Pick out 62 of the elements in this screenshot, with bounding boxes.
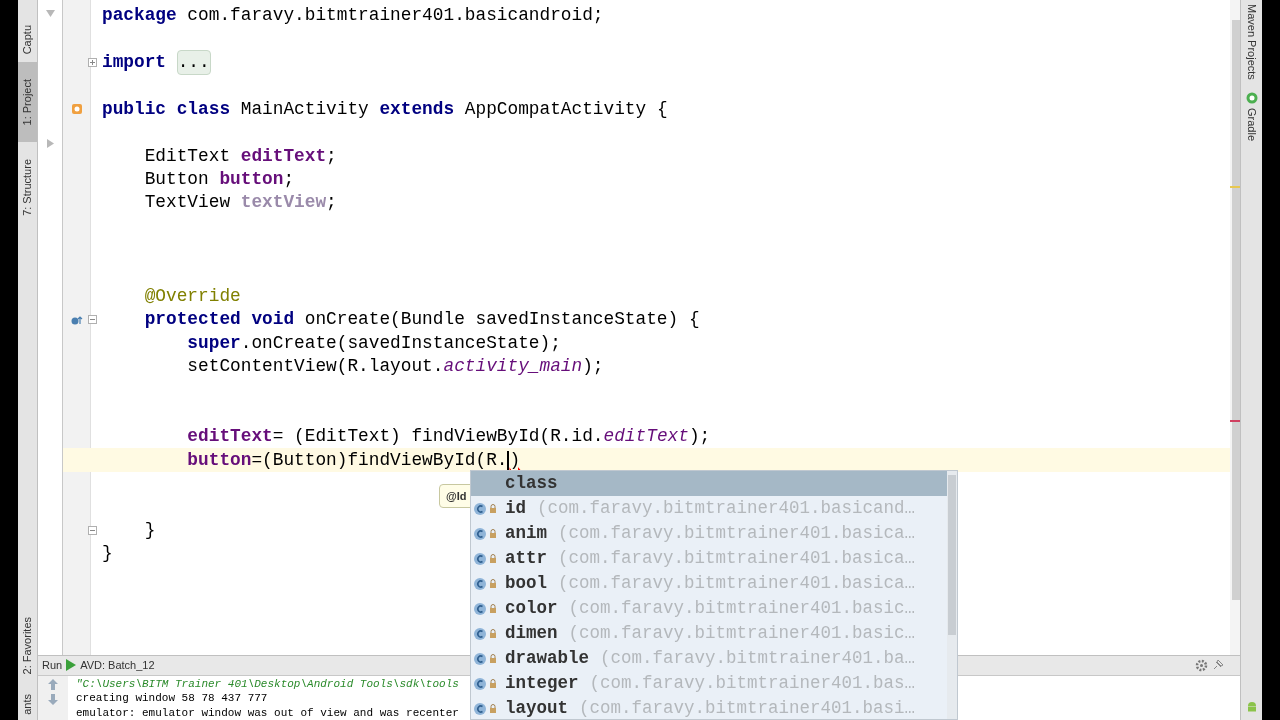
fold-expand-icon[interactable] xyxy=(87,57,97,67)
completion-item[interactable]: bool (com.faravy.bitmtrainer401.basica… xyxy=(471,571,947,596)
tool-window-tab[interactable]: 2: Favorites xyxy=(18,606,37,686)
inner-class-icon xyxy=(473,551,499,566)
code-line: TextView textView; xyxy=(143,191,337,215)
tree-expand-icon[interactable] xyxy=(46,139,54,148)
code-line: Button button; xyxy=(143,167,295,191)
code-line: } xyxy=(102,542,113,566)
code-line: protected void onCreate(Bundle savedInstanceState) { xyxy=(143,308,700,332)
implemented-method-icon[interactable] xyxy=(71,103,83,116)
code-line: } xyxy=(143,518,156,542)
inner-class-icon xyxy=(473,526,499,541)
run-config-tab[interactable]: AVD: Batch_12 xyxy=(80,657,155,674)
tool-window-tab[interactable]: Captu xyxy=(18,16,37,62)
tool-window-tab[interactable]: Gradle xyxy=(1243,107,1260,141)
tool-window-tab[interactable]: ants xyxy=(18,686,37,720)
down-arrow-icon[interactable] xyxy=(48,693,58,705)
completion-item[interactable]: layout (com.faravy.bitmtrainer401.basi… xyxy=(471,696,947,720)
run-icon[interactable] xyxy=(66,659,77,672)
completion-item[interactable]: attr (com.faravy.bitmtrainer401.basica… xyxy=(471,546,947,571)
code-line: EditText editText; xyxy=(143,144,337,168)
console-line: creating window 58 78 437 777 xyxy=(76,691,269,706)
inner-class-icon xyxy=(473,576,499,591)
inner-class-icon xyxy=(473,626,499,641)
inner-class-icon xyxy=(473,601,499,616)
completion-item[interactable]: drawable (com.faravy.bitmtrainer401.ba… xyxy=(471,646,947,671)
code-line: import ... xyxy=(102,50,211,75)
scrollbar-thumb[interactable] xyxy=(1232,20,1240,600)
override-icon[interactable] xyxy=(71,314,83,325)
inner-class-icon xyxy=(473,676,499,691)
tree-collapse-icon[interactable] xyxy=(45,10,55,17)
completion-item[interactable]: anim (com.faravy.bitmtrainer401.basica… xyxy=(471,521,947,546)
tool-window-tab[interactable]: 7: Structure xyxy=(18,142,37,232)
inner-class-icon xyxy=(473,501,499,516)
completion-item[interactable]: integer (com.faravy.bitmtrainer401.bas… xyxy=(471,671,947,696)
code-line: public class MainActivity extends AppCompatActivity { xyxy=(102,97,668,121)
error-marker[interactable] xyxy=(1230,420,1240,422)
completion-item[interactable]: color (com.faravy.bitmtrainer401.basic… xyxy=(471,596,947,621)
completion-item[interactable]: class xyxy=(471,471,947,496)
tool-window-tab[interactable]: 1: Project xyxy=(18,62,37,142)
gradle-icon xyxy=(1245,91,1258,104)
code-line: button=(Button)findViewById(R.) xyxy=(186,448,521,472)
console-line: emulator: emulator window was out of view and was recenter xyxy=(76,705,459,720)
code-line: editText= (EditText) findViewById(R.id.editText); xyxy=(186,425,711,449)
code-line: setContentView(R.layout.activity_main); xyxy=(186,355,604,379)
code-line: super.onCreate(savedInstanceState); xyxy=(186,331,561,355)
run-panel-title: Run xyxy=(42,658,63,673)
fold-collapse-icon[interactable] xyxy=(87,315,97,325)
fold-collapse-icon[interactable] xyxy=(87,525,97,535)
code-line: package com.faravy.bitmtrainer401.basicandroid; xyxy=(102,4,604,28)
pin-icon[interactable] xyxy=(1212,659,1224,672)
warning-marker[interactable] xyxy=(1230,186,1240,188)
tool-window-tab[interactable]: Maven Projects xyxy=(1239,4,1264,80)
inner-class-icon xyxy=(473,701,499,716)
settings-icon[interactable] xyxy=(1195,658,1208,672)
inner-class-icon xyxy=(473,651,499,666)
console-line: "C:\Users\BITM Trainer 401\Desktop\Android Tools\sdk\tools xyxy=(76,676,459,691)
completion-item[interactable]: dimen (com.faravy.bitmtrainer401.basic… xyxy=(471,621,947,646)
code-line: @Override xyxy=(143,284,241,308)
up-arrow-icon[interactable] xyxy=(48,678,58,690)
android-icon[interactable] xyxy=(1245,700,1258,712)
scrollbar-thumb[interactable] xyxy=(948,475,956,635)
